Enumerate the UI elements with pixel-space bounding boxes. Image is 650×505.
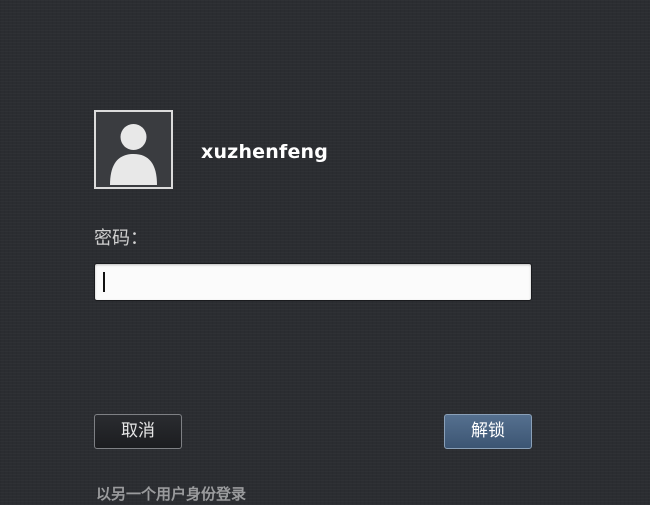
password-field[interactable] xyxy=(94,263,532,301)
text-cursor xyxy=(103,272,105,292)
username-label: xuzhenfeng xyxy=(201,141,329,163)
password-label: 密码： xyxy=(94,228,148,249)
switch-user-link[interactable]: 以另一个用户身份登录 xyxy=(96,483,246,505)
avatar xyxy=(94,110,173,189)
cancel-button[interactable]: 取消 xyxy=(94,414,182,449)
unlock-dialog: xuzhenfeng 密码： 取消 解锁 以另一个用户身份登录 xyxy=(0,0,650,505)
unlock-button[interactable]: 解锁 xyxy=(444,414,532,449)
user-avatar-icon xyxy=(96,112,171,187)
